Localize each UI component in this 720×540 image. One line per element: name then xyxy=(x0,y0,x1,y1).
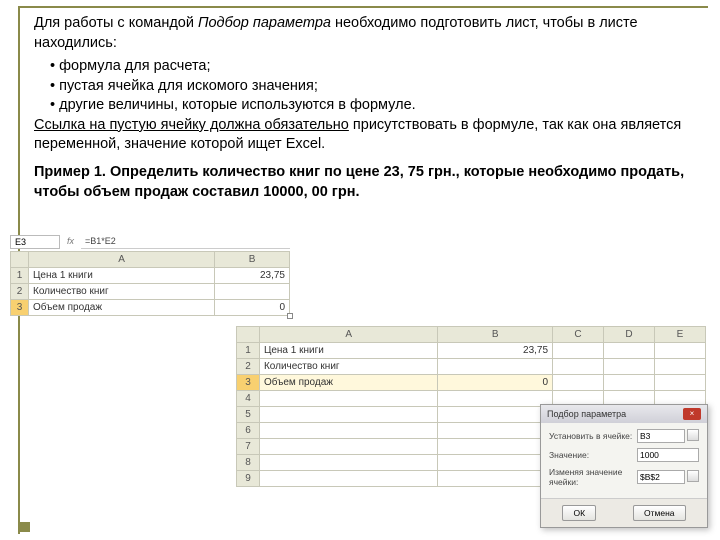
input-set-cell[interactable] xyxy=(637,429,685,443)
cell-a1[interactable]: Цена 1 книги xyxy=(29,268,215,284)
label-set-cell: Установить в ячейке: xyxy=(549,431,632,441)
col-header-b[interactable]: B xyxy=(215,252,290,268)
example-text: Пример 1. Определить количество книг по … xyxy=(34,163,698,202)
col-header[interactable]: C xyxy=(553,327,604,343)
close-icon[interactable]: × xyxy=(683,408,701,420)
cell-b3[interactable]: 0 xyxy=(215,300,290,316)
label-changing-cell: Изменяя значение ячейки: xyxy=(549,467,633,487)
intro-emph: Подбор параметра xyxy=(198,15,331,31)
cell[interactable] xyxy=(438,359,553,375)
intro-text: Для работы с командой Подбор параметра н… xyxy=(34,14,698,53)
cell[interactable]: Объем продаж xyxy=(259,375,437,391)
sheet-small: AB 1Цена 1 книги23,75 2Количество книг 3… xyxy=(10,251,290,316)
cell-a3[interactable]: Объем продаж xyxy=(29,300,215,316)
label-value: Значение: xyxy=(549,450,589,460)
excel-screenshot-small: E3 fx =B1*E2 AB 1Цена 1 книги23,75 2Коли… xyxy=(10,235,290,316)
bullet-1: формула для расчета; xyxy=(50,57,698,77)
ref-underline: Ссылка на пустую ячейку должна обязатель… xyxy=(34,117,349,133)
formula-bar[interactable]: =B1*E2 xyxy=(81,235,290,249)
cancel-button[interactable]: Отмена xyxy=(633,505,686,521)
slide-marker-icon xyxy=(20,522,30,532)
col-header[interactable]: D xyxy=(604,327,655,343)
cell[interactable]: Количество книг xyxy=(259,359,437,375)
ref-picker-icon[interactable] xyxy=(687,470,699,482)
resize-handle-icon xyxy=(287,313,293,319)
col-header[interactable]: A xyxy=(259,327,437,343)
input-value[interactable] xyxy=(637,448,699,462)
dialog-title-text: Подбор параметра xyxy=(547,409,626,419)
ok-button[interactable]: ОК xyxy=(562,505,596,521)
ref-text: Ссылка на пустую ячейку должна обязатель… xyxy=(34,116,698,155)
fx-icon[interactable]: fx xyxy=(64,235,77,249)
cell[interactable]: 23,75 xyxy=(438,343,553,359)
cell[interactable]: Цена 1 книги xyxy=(259,343,437,359)
cell-a2[interactable]: Количество книг xyxy=(29,284,215,300)
bullet-list: формула для расчета; пустая ячейка для и… xyxy=(34,57,698,116)
bullet-3: другие величины, которые используются в … xyxy=(50,96,698,116)
col-header[interactable]: E xyxy=(654,327,705,343)
input-changing-cell[interactable] xyxy=(637,470,685,484)
cell-b2[interactable] xyxy=(215,284,290,300)
dialog-titlebar[interactable]: Подбор параметра × xyxy=(541,405,707,423)
bullet-2: пустая ячейка для искомого значения; xyxy=(50,77,698,97)
col-header[interactable]: B xyxy=(438,327,553,343)
col-header-a[interactable]: A xyxy=(29,252,215,268)
cell-b1[interactable]: 23,75 xyxy=(215,268,290,284)
cell[interactable]: 0 xyxy=(438,375,553,391)
intro-a: Для работы с командой xyxy=(34,15,198,31)
ref-picker-icon[interactable] xyxy=(687,429,699,441)
goal-seek-dialog: Подбор параметра × Установить в ячейке: … xyxy=(540,404,708,528)
name-box[interactable]: E3 xyxy=(10,235,60,249)
